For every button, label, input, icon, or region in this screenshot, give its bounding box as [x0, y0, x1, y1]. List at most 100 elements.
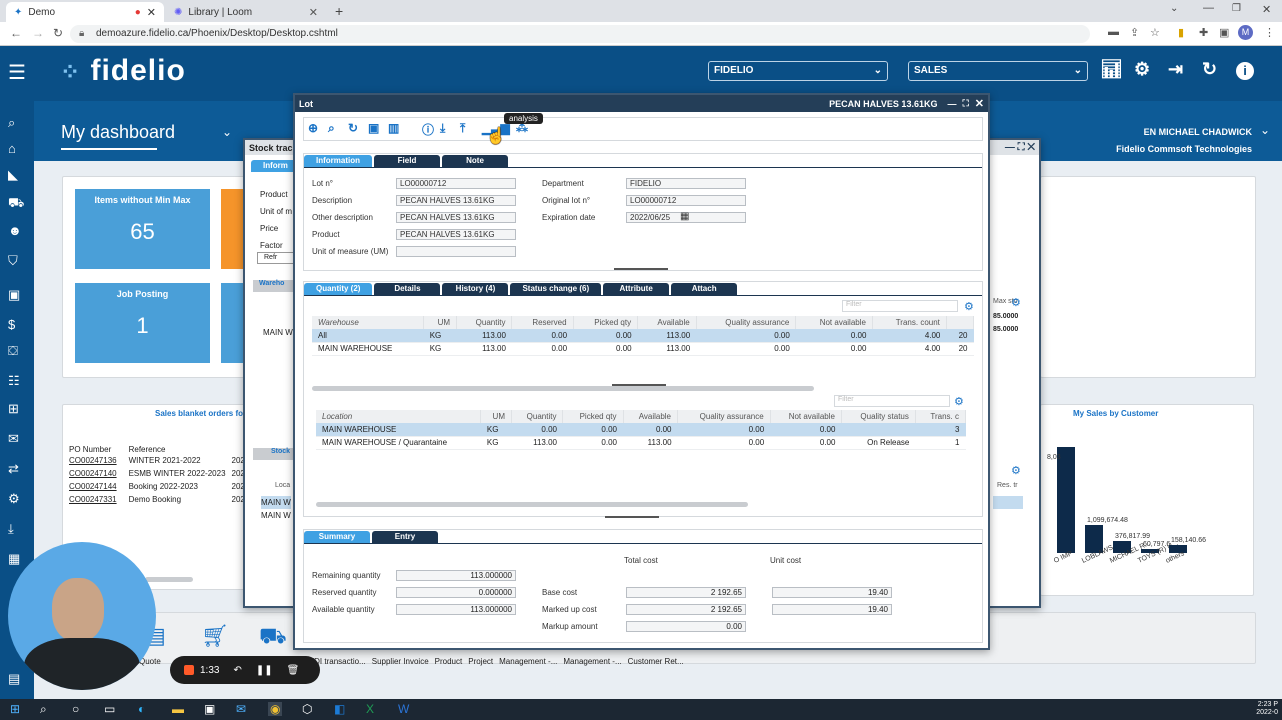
col-header[interactable]: Location: [316, 410, 482, 423]
tab-attribute[interactable]: Attribute: [603, 283, 670, 295]
horizontal-scrollbar[interactable]: [312, 386, 814, 391]
close-icon[interactable]: ✕: [147, 6, 156, 19]
truck-icon[interactable]: ⛟: [8, 195, 24, 213]
maximize-icon[interactable]: ⛶: [962, 98, 968, 109]
shortcut-label[interactable]: Supplier Invoice: [372, 657, 429, 666]
table-row[interactable]: CO00247136 WINTER 2021-2022 202: [69, 454, 245, 467]
chrome-icon[interactable]: ◉: [268, 702, 283, 716]
windows-start-icon[interactable]: ⊞: [10, 702, 20, 716]
col-header[interactable]: Available: [623, 410, 679, 423]
shortcut-label[interactable]: Project: [468, 657, 493, 666]
col-header[interactable]: Quality assurance: [677, 410, 771, 423]
webcam-bubble[interactable]: [8, 542, 156, 690]
cart-icon[interactable]: 🛒︎: [201, 623, 229, 649]
col-header[interactable]: Not available: [795, 316, 873, 329]
field-value-input[interactable]: LO00000712: [396, 178, 516, 189]
close-icon[interactable]: ✕: [309, 6, 318, 19]
basket-icon[interactable]: ⛋: [8, 343, 18, 359]
resize-handle[interactable]: [614, 268, 668, 270]
col-header[interactable]: Not available: [770, 410, 842, 423]
tile-items-without-min-max[interactable]: Items without Min Max 65: [75, 189, 210, 269]
back-icon[interactable]: ←: [10, 26, 22, 40]
home-icon[interactable]: ⌂: [8, 141, 16, 156]
resize-handle[interactable]: [612, 384, 666, 386]
po-number-link[interactable]: CO00247136: [69, 454, 129, 467]
col-header[interactable]: Picked qty: [562, 410, 624, 423]
refresh-icon[interactable]: ↻: [1202, 59, 1217, 80]
user-info[interactable]: EN MICHAEL CHADWICK Fidelio Commsoft Tech…: [1116, 124, 1252, 158]
save-icon[interactable]: ▣: [368, 121, 379, 135]
sidepanel-icon[interactable]: ▣: [1219, 26, 1229, 39]
reports-icon[interactable]: ◣: [8, 167, 18, 183]
po-number-link[interactable]: CO00247331: [69, 493, 129, 506]
horizontal-scrollbar[interactable]: [316, 502, 748, 507]
new-icon[interactable]: ⊕: [308, 121, 318, 135]
contact-icon[interactable]: ▣: [8, 287, 20, 303]
col-header[interactable]: UM: [480, 410, 512, 423]
cortana-icon[interactable]: ○: [72, 702, 79, 716]
profile-avatar[interactable]: M: [1238, 25, 1253, 40]
resize-handle[interactable]: [605, 516, 659, 518]
tab-attach[interactable]: Attach: [671, 283, 738, 295]
store-icon[interactable]: ▣: [204, 702, 215, 716]
clock[interactable]: 2:23 P 2022-0: [1256, 701, 1278, 717]
tab-search-icon[interactable]: ⌄: [1170, 3, 1178, 14]
gear-icon[interactable]: ⚙: [954, 395, 964, 408]
shortcut-label[interactable]: Management -...: [499, 657, 557, 666]
table-row[interactable]: MAIN WAREHOUSE KG 113.00 0.00 0.00 113.00 0.00…: [312, 342, 974, 356]
tab-entry[interactable]: Entry: [372, 531, 438, 543]
tab-quantity-2[interactable]: Quantity (2): [304, 283, 373, 295]
field-value-input[interactable]: LO00000712: [626, 195, 746, 206]
settings-icon[interactable]: ⚙: [8, 491, 20, 507]
filter-input[interactable]: Filter: [842, 300, 958, 312]
filter-input[interactable]: Filter: [834, 395, 950, 407]
gear-icon[interactable]: ⚙: [1011, 464, 1021, 477]
shortcut-label[interactable]: Management -...: [563, 657, 621, 666]
menu-kebab-icon[interactable]: ⋮: [1264, 26, 1275, 39]
stop-icon[interactable]: [184, 665, 194, 675]
forward-icon[interactable]: →: [32, 26, 44, 40]
invoice-icon[interactable]: $: [8, 317, 15, 332]
tab-field[interactable]: Field: [374, 155, 440, 167]
search-icon[interactable]: ⌕: [8, 115, 15, 131]
app-icon[interactable]: ⬡: [302, 702, 312, 716]
col-header[interactable]: Reserved: [511, 316, 574, 329]
logout-icon[interactable]: ⇥: [1168, 59, 1183, 80]
hamburger-menu-icon[interactable]: ☰: [8, 60, 26, 85]
browser-tab-demo[interactable]: ✦ Demo ● ✕: [6, 2, 164, 22]
excel-icon[interactable]: X: [366, 702, 374, 716]
grid-icon[interactable]: ▦: [8, 551, 20, 567]
close-window-icon[interactable]: ✕: [1262, 3, 1271, 16]
edge-icon[interactable]: ◐: [138, 702, 145, 716]
chart-bar[interactable]: [1057, 447, 1075, 553]
col-header[interactable]: Quantity: [511, 410, 564, 423]
cart-icon[interactable]: ⛉: [8, 253, 18, 269]
info-icon[interactable]: i: [1236, 62, 1254, 80]
share-icon[interactable]: ⇪: [1130, 26, 1139, 39]
table-row[interactable]: CO00247140 ESMB WINTER 2022-2023 202: [69, 467, 245, 480]
chevron-down-icon[interactable]: ⌄: [1260, 123, 1270, 137]
po-number-link[interactable]: CO00247140: [69, 467, 129, 480]
search-icon[interactable]: ⌕: [40, 702, 47, 717]
col-header[interactable]: Available: [637, 316, 697, 329]
scrollbar[interactable]: [145, 577, 193, 582]
download-icon[interactable]: ⤓: [440, 121, 445, 136]
stock-row[interactable]: MAIN W: [261, 509, 291, 522]
star-icon[interactable]: ☆: [1150, 26, 1160, 39]
table-row[interactable]: MAIN WAREHOUSE KG 0.00 0.00 0.00 0.00 0.00 3: [316, 423, 966, 437]
users-icon[interactable]: ☻: [8, 223, 22, 238]
company-select[interactable]: FIDELIO ⌄: [708, 61, 888, 81]
explorer-icon[interactable]: ▬: [172, 702, 184, 716]
col-header[interactable]: Quantity: [456, 316, 513, 329]
tab-status-change-6[interactable]: Status change (6): [510, 283, 602, 295]
info-icon[interactable]: ⓘ: [422, 121, 434, 138]
field-value-input[interactable]: [396, 246, 516, 257]
col-header[interactable]: Trans. count: [872, 316, 947, 329]
new-tab-button[interactable]: +: [335, 3, 343, 19]
minimize-icon[interactable]: —: [947, 99, 956, 109]
hierarchy-icon[interactable]: ☷: [8, 373, 20, 389]
col-header[interactable]: Quality status: [841, 410, 916, 423]
reload-icon[interactable]: ↻: [53, 26, 63, 40]
col-header[interactable]: Trans. c: [915, 410, 967, 423]
close-icon[interactable]: ✕: [975, 97, 984, 110]
